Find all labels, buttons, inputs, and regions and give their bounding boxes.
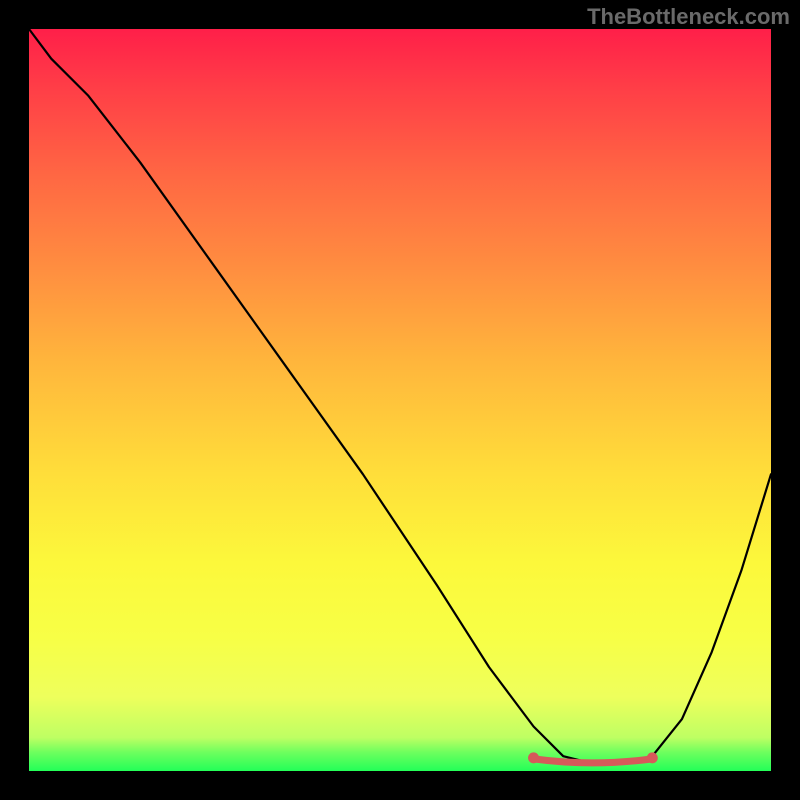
watermark-text: TheBottleneck.com: [587, 4, 790, 30]
flat-segment-right-dot: [647, 752, 658, 763]
flat-segment-left-dot: [528, 752, 539, 763]
chart-svg: [29, 29, 771, 771]
flat-segment-highlight: [534, 759, 653, 763]
plot-area: [29, 29, 771, 771]
bottleneck-curve: [29, 29, 771, 764]
chart-container: TheBottleneck.com: [0, 0, 800, 800]
